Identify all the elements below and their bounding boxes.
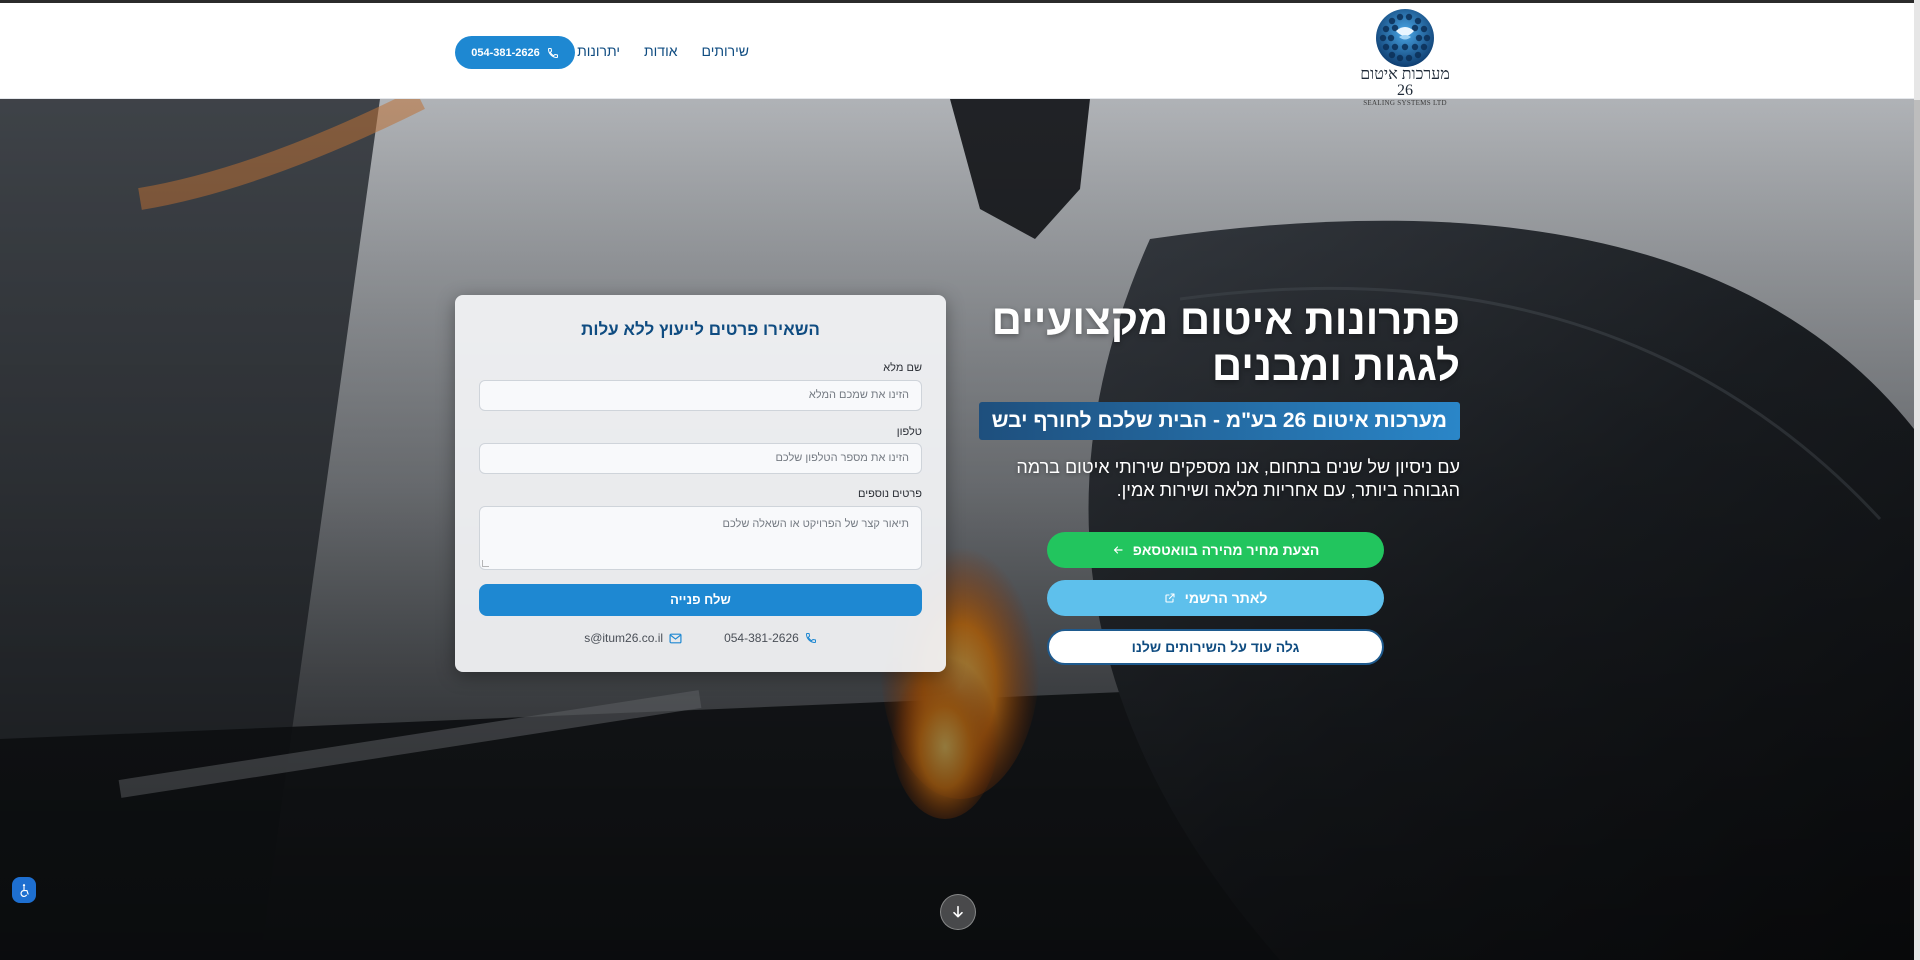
hero-background-image [0,99,1914,960]
page-scrollbar[interactable] [1914,0,1920,960]
hero-section: פתרונות איטום מקצועיים לגגות ומבנים מערכ… [0,99,1914,960]
site-header: מערכות איטום 26 SEALING SYSTEMS LTD שירו… [0,3,1914,107]
phone-label: טלפון [896,426,922,438]
header-phone-button[interactable]: 054-381-2626 [455,36,575,69]
textarea-resize-handle[interactable] [482,560,489,567]
logo-globe-icon [1376,9,1434,67]
details-placeholder: תיאור קצר של הפרויקט או השאלה שלכם [722,518,910,530]
official-site-label: לאתר הרשמי [1184,590,1268,606]
services-more-label: גלה עוד על השירותים שלנו [1131,639,1300,655]
arrow-down-icon [953,905,963,918]
nav-link-about[interactable]: אודות [644,43,678,59]
logo[interactable]: מערכות איטום 26 SEALING SYSTEMS LTD [1353,7,1457,107]
whatsapp-quote-button[interactable]: הצעת מחיר מהירה בוואטסאפ [1047,532,1384,568]
hero-title: פתרונות איטום מקצועיים לגגות ומבנים [991,296,1460,389]
submit-button[interactable]: שלח פנייה [479,584,922,616]
logo-text-en: SEALING SYSTEMS LTD [1363,99,1447,107]
form-phone-text: 054-381-2626 [724,631,799,645]
scroll-down-button[interactable] [940,894,976,930]
details-textarea[interactable]: תיאור קצר של הפרויקט או השאלה שלכם [479,506,922,570]
name-label: שם מלא [883,362,922,374]
phone-icon [805,633,816,644]
arrow-left-icon [1113,546,1123,554]
form-title: השאירו פרטים לייעוץ ללא עלות [581,320,820,339]
scrollbar-thumb[interactable] [1914,100,1920,300]
main-nav: שירותים אודות יתרונות [577,43,749,59]
details-label: פרטים נוספים [858,488,922,500]
name-input[interactable]: הזינו את שמכם המלא [479,380,922,411]
phone-icon [547,47,558,58]
contact-form-card: השאירו פרטים לייעוץ ללא עלות שם מלא הזינ… [455,295,946,672]
form-contact-info: s@itum26.co.il 054-381-2626 [455,631,946,645]
window-top-strip [0,0,1920,3]
header-phone-number: 054-381-2626 [471,46,540,59]
accessibility-button[interactable] [12,877,36,903]
mail-icon [669,633,682,643]
accessibility-icon [20,884,29,897]
whatsapp-quote-label: הצעת מחיר מהירה בוואטסאפ [1132,542,1320,558]
services-more-button[interactable]: גלה עוד על השירותים שלנו [1047,629,1384,665]
external-link-icon [1165,593,1175,603]
form-phone[interactable]: 054-381-2626 [724,631,817,645]
form-email[interactable]: s@itum26.co.il [584,631,682,645]
hero-subtitle-badge: מערכות איטום 26 בע"מ - הבית שלכם לחורף י… [978,402,1460,440]
official-site-button[interactable]: לאתר הרשמי [1047,580,1384,616]
phone-input[interactable]: הזינו את מספר הטלפון שלכם [479,443,922,474]
logo-text-he: מערכות איטום 26 [1360,66,1450,99]
hero-description: עם ניסיון של שנים בתחום, אנו מספקים שירו… [1016,457,1460,500]
form-email-text: s@itum26.co.il [584,631,664,645]
nav-link-services[interactable]: שירותים [702,43,750,59]
nav-link-advantages[interactable]: יתרונות [577,43,620,59]
